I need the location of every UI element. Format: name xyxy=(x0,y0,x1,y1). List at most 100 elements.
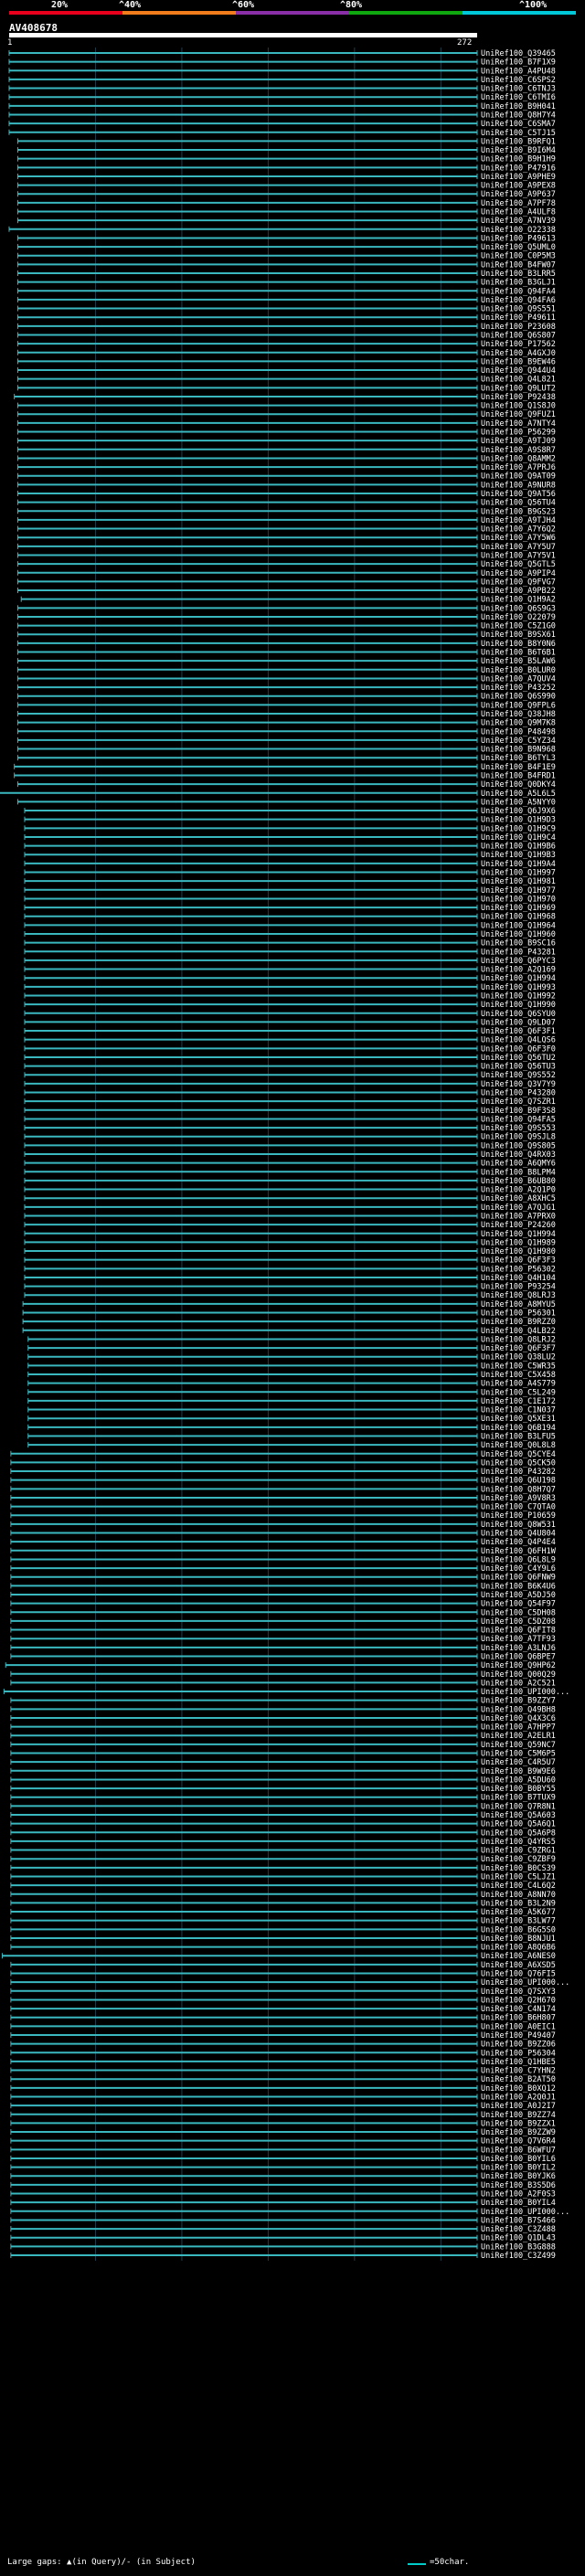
hit-row[interactable]: UniRef100_Q4YRS5 xyxy=(10,1838,556,1847)
hit-label[interactable]: UniRef100_Q49BH8 xyxy=(481,1705,556,1714)
hit-label[interactable]: UniRef100_B9ZZW9 xyxy=(481,2128,556,2137)
hit-row[interactable]: UniRef100_Q6FIT8 xyxy=(10,1627,556,1636)
hit-row[interactable]: UniRef100_Q9AT09 xyxy=(16,472,556,482)
hit-row[interactable]: UniRef100_B6UB80 xyxy=(24,1177,556,1186)
hit-label[interactable]: UniRef100_A4S779 xyxy=(481,1380,556,1389)
hit-label[interactable]: UniRef100_Q9S551 xyxy=(481,305,556,314)
hit-row[interactable]: UniRef100_C1E172 xyxy=(27,1397,556,1406)
hit-label[interactable]: UniRef100_A8XHC5 xyxy=(481,1194,556,1203)
hit-row[interactable]: UniRef100_A9TJ09 xyxy=(16,437,556,446)
hit-label[interactable]: UniRef100_P47916 xyxy=(481,164,556,173)
hit-label[interactable]: UniRef100_Q1H960 xyxy=(481,930,556,939)
hit-row[interactable]: UniRef100_Q6U198 xyxy=(10,1477,556,1486)
hit-label[interactable]: UniRef100_A2Q169 xyxy=(481,966,556,975)
hit-label[interactable]: UniRef100_Q6S807 xyxy=(481,331,556,340)
hit-label[interactable]: UniRef100_Q9FPL6 xyxy=(481,701,556,710)
hit-row[interactable]: UniRef100_A4ULF8 xyxy=(16,208,556,217)
hit-row[interactable]: UniRef100_A6NES0 xyxy=(1,1952,556,1961)
hit-label[interactable]: UniRef100_Q8H7Q7 xyxy=(481,1485,556,1494)
hit-label[interactable]: UniRef100_B3LW77 xyxy=(481,1917,556,1926)
hit-label[interactable]: UniRef100_C9ZBF9 xyxy=(481,1855,556,1864)
hit-row[interactable]: UniRef100_Q8H7Q7 xyxy=(10,1485,556,1494)
hit-row[interactable]: UniRef100_Q9S553 xyxy=(24,1124,556,1133)
hit-row[interactable]: UniRef100_A9P637 xyxy=(16,190,556,199)
hit-row[interactable]: UniRef100_P43281 xyxy=(24,948,556,957)
hit-label[interactable]: UniRef100_UPI000... xyxy=(481,2208,569,2217)
hit-row[interactable]: UniRef100_Q9S805 xyxy=(24,1141,556,1150)
hit-row[interactable]: UniRef100_Q9FPL6 xyxy=(16,701,556,710)
hit-row[interactable]: UniRef100_Q0DKY4 xyxy=(16,780,556,790)
hit-label[interactable]: UniRef100_B6UB80 xyxy=(481,1177,556,1186)
hit-label[interactable]: UniRef100_A8MYU5 xyxy=(481,1300,556,1309)
hit-label[interactable]: UniRef100_P24260 xyxy=(481,1221,556,1230)
hit-row[interactable]: UniRef100_A9TJH4 xyxy=(16,516,556,525)
hit-label[interactable]: UniRef100_A0J2I7 xyxy=(481,2102,556,2111)
hit-label[interactable]: UniRef100_A9TJ09 xyxy=(481,437,556,446)
hit-row[interactable]: UniRef100_B7S466 xyxy=(10,2216,556,2225)
hit-row[interactable]: UniRef100_Q6S807 xyxy=(16,331,556,340)
hit-row[interactable]: UniRef100_Q6F3F7 xyxy=(27,1344,556,1353)
hit-label[interactable]: UniRef100_Q1H969 xyxy=(481,904,556,913)
hit-label[interactable]: UniRef100_Q4L821 xyxy=(481,376,556,385)
hit-row[interactable]: UniRef100_Q5CYE4 xyxy=(10,1450,556,1459)
hit-label[interactable]: UniRef100_Q4X3C6 xyxy=(481,1714,556,1723)
hit-label[interactable]: UniRef100_A9TJH4 xyxy=(481,516,556,525)
hit-row[interactable]: UniRef100_B3LFU5 xyxy=(27,1432,556,1441)
hit-row[interactable]: UniRef100_C4N174 xyxy=(10,2005,556,2014)
hit-row[interactable]: UniRef100_A2Q1P0 xyxy=(24,1186,556,1195)
hit-label[interactable]: UniRef100_B9I6M4 xyxy=(481,146,556,155)
hit-row[interactable]: UniRef100_Q9LD07 xyxy=(24,1018,556,1027)
hit-row[interactable]: UniRef100_B6TYL3 xyxy=(16,754,556,763)
hit-label[interactable]: UniRef100_P56304 xyxy=(481,2049,556,2058)
hit-row[interactable]: UniRef100_Q0L8L8 xyxy=(27,1441,556,1450)
hit-label[interactable]: UniRef100_C3Z499 xyxy=(481,2252,556,2261)
hit-row[interactable]: UniRef100_A7Y5U7 xyxy=(16,543,556,552)
hit-row[interactable]: UniRef100_A8XHC5 xyxy=(24,1194,556,1203)
hit-row[interactable]: UniRef100_Q1H980 xyxy=(24,1247,556,1256)
hit-row[interactable]: UniRef100_B3G888 xyxy=(10,2242,556,2252)
hit-row[interactable]: UniRef100_C5TJ15 xyxy=(8,129,556,138)
hit-row[interactable]: UniRef100_C3Z488 xyxy=(10,2225,556,2234)
hit-label[interactable]: UniRef100_B0YIL4 xyxy=(481,2199,556,2208)
hit-row[interactable]: UniRef100_A7PRX0 xyxy=(24,1212,556,1221)
hit-row[interactable]: UniRef100_B8LPM4 xyxy=(24,1168,556,1177)
hit-row[interactable]: UniRef100_Q1H994 xyxy=(24,974,556,983)
hit-label[interactable]: UniRef100_Q1H970 xyxy=(481,895,556,904)
hit-label[interactable]: UniRef100_B3G888 xyxy=(481,2242,556,2252)
hit-row[interactable]: UniRef100_Q6PYC3 xyxy=(24,957,556,966)
hit-label[interactable]: UniRef100_Q1H981 xyxy=(481,877,556,886)
hit-row[interactable]: UniRef100_Q1H970 xyxy=(24,895,556,904)
hit-row[interactable]: UniRef100_B3LRR5 xyxy=(16,270,556,279)
hit-label[interactable]: UniRef100_P56302 xyxy=(481,1265,556,1274)
hit-label[interactable]: UniRef100_Q6F3F0 xyxy=(481,1044,556,1054)
hit-label[interactable]: UniRef100_B2AT50 xyxy=(481,2075,556,2084)
hit-label[interactable]: UniRef100_C6SMA7 xyxy=(481,120,556,129)
hit-label[interactable]: UniRef100_Q8W531 xyxy=(481,1521,556,1530)
hit-row[interactable]: UniRef100_A4PU48 xyxy=(8,67,556,76)
hit-label[interactable]: UniRef100_Q7SXY3 xyxy=(481,1988,556,1997)
hit-label[interactable]: UniRef100_P56299 xyxy=(481,429,556,438)
hit-row[interactable]: UniRef100_A5K677 xyxy=(10,1908,556,1917)
hit-row[interactable]: UniRef100_C5YZ34 xyxy=(16,737,556,746)
hit-label[interactable]: UniRef100_C9ZRG1 xyxy=(481,1847,556,1856)
hit-label[interactable]: UniRef100_B9RZZ0 xyxy=(481,1318,556,1327)
hit-row[interactable]: UniRef100_A9NUR8 xyxy=(16,481,556,490)
hit-label[interactable]: UniRef100_Q944U4 xyxy=(481,366,556,376)
hit-label[interactable]: UniRef100_B6T6B1 xyxy=(481,649,556,658)
hit-row[interactable]: UniRef100_B8NJU1 xyxy=(10,1935,556,1944)
hit-label[interactable]: UniRef100_Q9SJL8 xyxy=(481,1133,556,1142)
hit-label[interactable]: UniRef100_Q0DKY4 xyxy=(481,780,556,790)
hit-label[interactable]: UniRef100_Q4U804 xyxy=(481,1530,556,1539)
hit-row[interactable]: UniRef100_Q1H960 xyxy=(24,930,556,939)
hit-row[interactable]: UniRef100_B0CS39 xyxy=(10,1864,556,1873)
hit-row[interactable]: UniRef100_B0BY55 xyxy=(10,1785,556,1794)
hit-row[interactable]: UniRef100_B9RFQ1 xyxy=(16,137,556,146)
hit-row[interactable]: UniRef100_B0XQ12 xyxy=(10,2084,556,2094)
hit-label[interactable]: UniRef100_A5L6L5 xyxy=(481,790,556,799)
hit-label[interactable]: UniRef100_B9H041 xyxy=(481,102,556,111)
hit-label[interactable]: UniRef100_Q9FUZ1 xyxy=(481,410,556,419)
hit-label[interactable]: UniRef100_Q1H990 xyxy=(481,1001,556,1010)
hit-label[interactable]: UniRef100_A7PRJ6 xyxy=(481,463,556,472)
hit-row[interactable]: UniRef100_Q94FA5 xyxy=(24,1115,556,1124)
hit-label[interactable]: UniRef100_Q5A603 xyxy=(481,1811,556,1820)
